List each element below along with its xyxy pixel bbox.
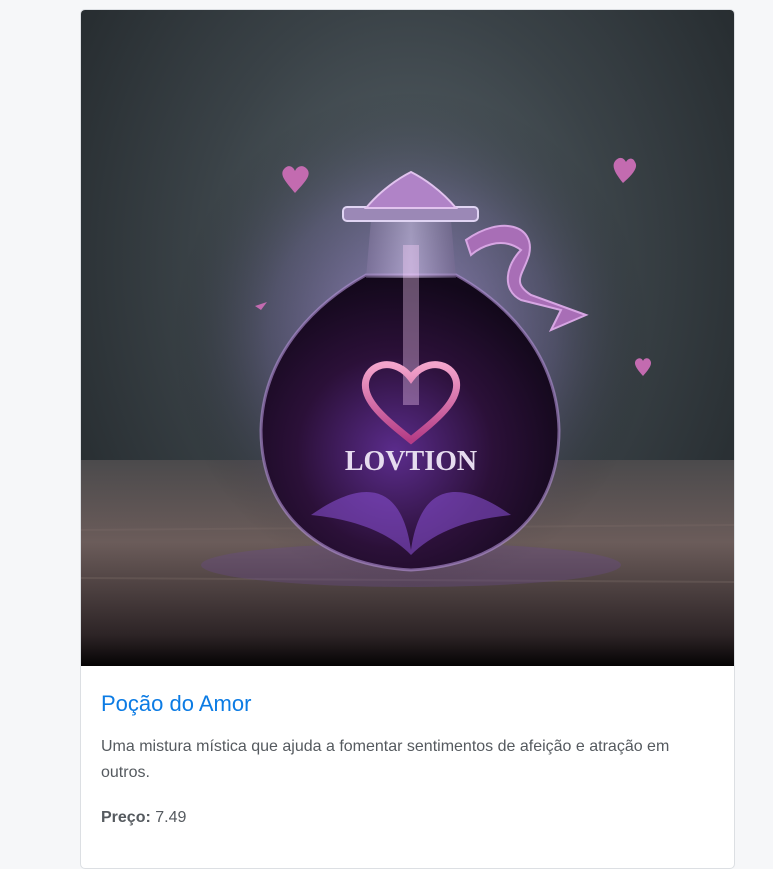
card-body: Poção do Amor Uma mistura mística que aj… — [81, 666, 734, 830]
product-title-link[interactable]: Poção do Amor — [101, 690, 714, 718]
product-card: LOVTION Poção do Amor Uma mistura místic… — [80, 9, 735, 869]
price-label: Preço: — [101, 809, 151, 826]
product-description: Uma mistura mística que ajuda a fomentar… — [101, 738, 670, 781]
price-value: 7.49 — [155, 809, 187, 826]
price-line: Preço: 7.49 — [101, 806, 714, 830]
image-label-text: LOVTION — [345, 446, 477, 477]
product-image[interactable]: LOVTION — [81, 10, 734, 666]
